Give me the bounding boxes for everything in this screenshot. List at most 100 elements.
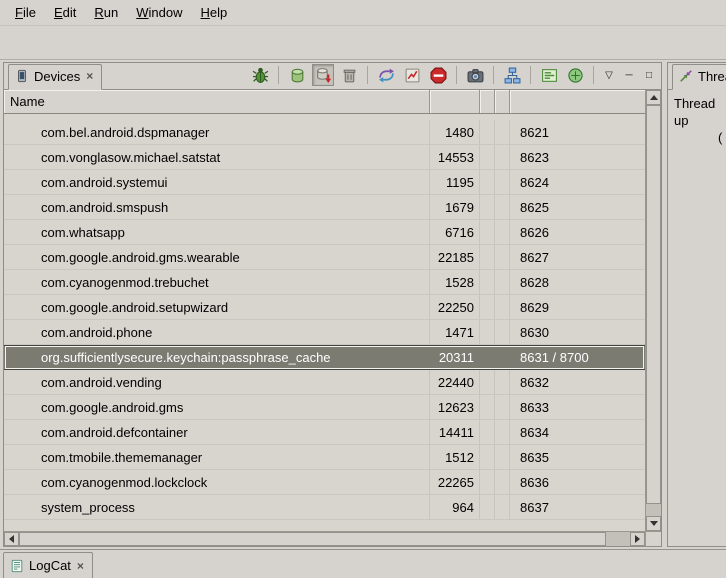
process-pid: 12623 xyxy=(430,395,480,419)
column-header-port[interactable] xyxy=(510,90,645,113)
process-name: org.sufficientlysecure.keychain:passphra… xyxy=(4,346,430,369)
process-port: 8632 xyxy=(510,370,645,394)
table-row[interactable]: com.whatsapp 6716 8626 xyxy=(4,220,645,245)
table-row[interactable]: com.android.systemui 1195 8624 xyxy=(4,170,645,195)
main-area: Devices × xyxy=(0,60,726,549)
update-heap-icon xyxy=(289,67,306,84)
debug-status-cell xyxy=(480,495,495,519)
update-heap-button[interactable] xyxy=(286,64,308,86)
menu-item[interactable]: Help xyxy=(191,1,236,24)
heap-status-cell xyxy=(495,170,510,194)
debug-status-cell xyxy=(480,120,495,144)
dump-hprof-button[interactable] xyxy=(312,64,334,86)
table-row[interactable]: com.google.android.setupwizard 22250 862… xyxy=(4,295,645,320)
devices-view-toolbar: ▽ ─ □ xyxy=(249,64,661,89)
table-row[interactable]: com.android.phone 1471 8630 xyxy=(4,320,645,345)
devices-tabbar: Devices × xyxy=(4,63,661,90)
down-arrow-icon xyxy=(650,521,658,526)
app-toolbar-strip xyxy=(0,26,726,60)
table-row[interactable]: com.android.vending 22440 8632 xyxy=(4,370,645,395)
scroll-down-button[interactable] xyxy=(646,516,661,531)
heap-status-cell xyxy=(495,495,510,519)
heap-status-cell xyxy=(495,320,510,344)
process-port: 8630 xyxy=(510,320,645,344)
column-header-name[interactable]: Name xyxy=(4,90,430,113)
heap-status-cell xyxy=(495,295,510,319)
start-method-profiling-button[interactable] xyxy=(401,64,423,86)
process-name: com.cyanogenmod.lockclock xyxy=(4,470,430,494)
debug-status-cell xyxy=(480,320,495,344)
menu-item[interactable]: File xyxy=(6,1,45,24)
screen-capture-button[interactable] xyxy=(464,64,486,86)
table-row[interactable]: com.tmobile.thememanager 1512 8635 xyxy=(4,445,645,470)
close-icon[interactable]: × xyxy=(76,560,85,572)
view-menu-icon[interactable]: ▽ xyxy=(601,66,617,84)
update-threads-button[interactable] xyxy=(375,64,397,86)
column-header-pid[interactable] xyxy=(430,90,480,113)
capture-system-trace-button[interactable] xyxy=(538,64,560,86)
table-row[interactable]: system_process 964 8637 xyxy=(4,495,645,520)
process-table-area: Name com.bel.android.dspmanager 1480 xyxy=(4,90,661,531)
heap-status-cell xyxy=(495,245,510,269)
process-port: 8637 xyxy=(510,495,645,519)
vertical-scrollbar[interactable] xyxy=(645,90,661,531)
debug-status-cell xyxy=(480,270,495,294)
process-name: com.google.android.setupwizard xyxy=(4,295,430,319)
table-row[interactable]: com.android.smspush 1679 8625 xyxy=(4,195,645,220)
horizontal-scroll-thumb[interactable] xyxy=(19,532,606,546)
close-icon[interactable]: × xyxy=(85,70,94,82)
process-pid: 964 xyxy=(430,495,480,519)
table-row[interactable]: com.cyanogenmod.trebuchet 1528 8628 xyxy=(4,270,645,295)
menu-item[interactable]: Window xyxy=(127,1,191,24)
column-header-status1[interactable] xyxy=(480,90,495,113)
menu-item[interactable]: Run xyxy=(85,1,127,24)
debug-status-cell xyxy=(480,470,495,494)
table-row[interactable]: com.google.android.gms.wearable 22185 86… xyxy=(4,245,645,270)
process-name: com.android.phone xyxy=(4,320,430,344)
threads-message-line2: ( xyxy=(674,129,726,146)
screen-capture-icon xyxy=(467,67,484,84)
table-row[interactable]: com.google.android.gms 12623 8633 xyxy=(4,395,645,420)
process-port: 8629 xyxy=(510,295,645,319)
stop-process-button[interactable] xyxy=(427,64,449,86)
table-row[interactable]: com.vonglasow.michael.satstat 14553 8623 xyxy=(4,145,645,170)
tab-threads[interactable]: Threads xyxy=(672,64,726,90)
process-port: 8625 xyxy=(510,195,645,219)
heap-status-cell xyxy=(495,195,510,219)
debug-process-icon xyxy=(252,67,269,84)
scroll-right-button[interactable] xyxy=(630,532,645,546)
scroll-up-button[interactable] xyxy=(646,90,661,105)
process-name: com.vonglasow.michael.satstat xyxy=(4,145,430,169)
process-pid: 14553 xyxy=(430,145,480,169)
cause-gc-button[interactable] xyxy=(338,64,360,86)
maximize-icon[interactable]: □ xyxy=(641,66,657,84)
process-port: 8627 xyxy=(510,245,645,269)
minimize-icon[interactable]: ─ xyxy=(621,66,637,84)
threads-message-line1: Thread up xyxy=(674,95,726,129)
start-opengl-trace-button[interactable] xyxy=(564,64,586,86)
table-row[interactable]: com.bel.android.dspmanager 1480 8621 xyxy=(4,120,645,145)
toolbar-separator xyxy=(530,66,531,84)
dump-view-hierarchy-button[interactable] xyxy=(501,64,523,86)
debug-process-button[interactable] xyxy=(249,64,271,86)
scroll-left-button[interactable] xyxy=(4,532,19,546)
tab-logcat[interactable]: LogCat × xyxy=(3,552,93,578)
table-row[interactable]: com.cyanogenmod.lockclock 22265 8636 xyxy=(4,470,645,495)
horizontal-scrollbar[interactable] xyxy=(4,532,645,546)
vertical-scroll-thumb[interactable] xyxy=(646,105,661,504)
process-name: com.google.android.gms.wearable xyxy=(4,245,430,269)
process-port: 8633 xyxy=(510,395,645,419)
table-row[interactable]: com.android.defcontainer 14411 8634 xyxy=(4,420,645,445)
heap-status-cell xyxy=(495,445,510,469)
table-row[interactable]: org.sufficientlysecure.keychain:passphra… xyxy=(4,345,645,370)
menu-item[interactable]: Edit xyxy=(45,1,85,24)
main-window: File Edit Run Window Help xyxy=(0,0,726,577)
column-header-status2[interactable] xyxy=(495,90,510,113)
debug-status-cell xyxy=(480,295,495,319)
process-pid: 1679 xyxy=(430,195,480,219)
tab-devices[interactable]: Devices × xyxy=(8,64,102,90)
process-port: 8628 xyxy=(510,270,645,294)
debug-status-cell xyxy=(480,145,495,169)
debug-status-cell xyxy=(480,445,495,469)
logcat-icon xyxy=(10,559,24,573)
